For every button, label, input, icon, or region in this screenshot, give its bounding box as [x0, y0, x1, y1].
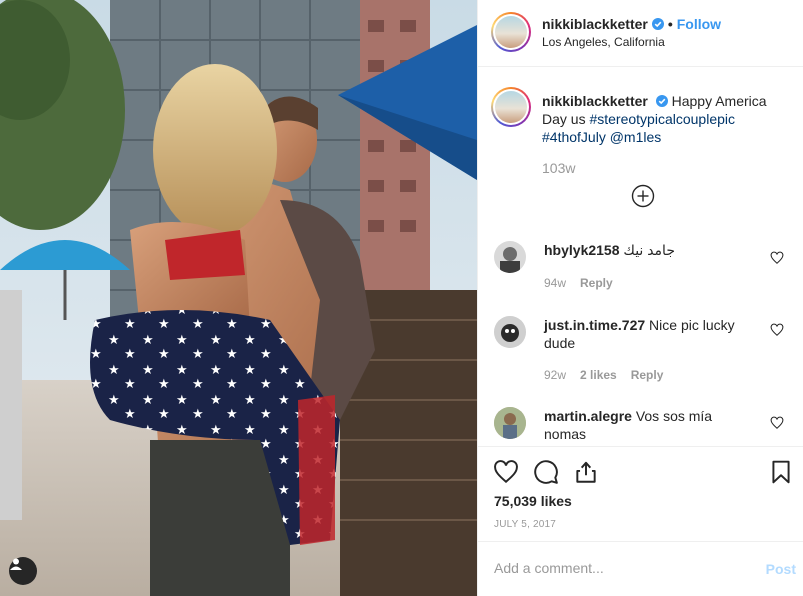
post-photo[interactable]: ★ ★	[0, 0, 477, 596]
post-header: nikkiblackketter • Follow Los Angeles, Cal…	[478, 0, 803, 67]
comment-time[interactable]: 92w	[544, 368, 566, 382]
comment-time[interactable]: 94w	[544, 276, 566, 290]
user-silhouette-icon	[10, 558, 22, 570]
comment-text: جامد نيك	[623, 242, 675, 258]
post-modal: ★ ★	[0, 0, 803, 596]
post-side-panel: nikkiblackketter • Follow Los Angeles, Cal…	[477, 0, 803, 596]
commenter-avatar[interactable]	[494, 316, 526, 348]
heart-icon[interactable]	[770, 251, 784, 265]
follow-button[interactable]: Follow	[677, 16, 721, 32]
comment-icon[interactable]	[533, 459, 559, 485]
separator-dot: •	[667, 16, 673, 32]
commenter-avatar[interactable]	[494, 241, 526, 273]
commenter-username[interactable]: martin.alegre	[544, 408, 632, 424]
header-username-row: nikkiblackketter • Follow	[542, 16, 721, 32]
caption-text: nikkiblackketter Happy America Day us #s…	[542, 92, 782, 146]
caption-timestamp[interactable]: 103w	[542, 160, 575, 176]
comment-body: martin.alegre Vos sos mía nomas	[544, 407, 754, 443]
commenter-avatar[interactable]	[494, 407, 526, 439]
reply-button[interactable]: Reply	[631, 368, 664, 382]
verified-badge-icon	[651, 18, 664, 30]
likes-count[interactable]: 75,039 likes	[494, 493, 572, 509]
caption-username[interactable]: nikkiblackketter	[542, 93, 648, 109]
add-comment-bar: Post	[478, 541, 803, 596]
comment-body: just.in.time.727 Nice pic lucky dude	[544, 316, 754, 352]
commenter-username[interactable]: just.in.time.727	[544, 317, 645, 333]
heart-icon[interactable]	[770, 323, 784, 337]
hashtag-link[interactable]: #stereotypicalcouplepic	[589, 111, 735, 127]
bookmark-icon[interactable]	[768, 459, 794, 485]
post-date[interactable]: JULY 5, 2017	[494, 519, 556, 530]
commenter-username[interactable]: hbylyk2158	[544, 242, 620, 258]
post-actions: 75,039 likes JULY 5, 2017	[478, 446, 803, 540]
plus-circle-icon[interactable]	[631, 184, 655, 208]
reply-button[interactable]: Reply	[580, 276, 613, 290]
heart-icon[interactable]	[770, 416, 784, 430]
mention-link[interactable]: @m1les	[610, 129, 662, 145]
hashtag-link[interactable]: #4thofJuly	[542, 129, 606, 145]
share-icon[interactable]	[573, 459, 599, 485]
comment-body: hbylyk2158 جامد نيك	[544, 241, 754, 259]
comment-meta: 92w 2 likes Reply	[544, 368, 677, 382]
heart-icon[interactable]	[493, 459, 519, 485]
comments-list: hbylyk2158 جامد نيك 94w Reply just.in.tim…	[478, 228, 803, 446]
comment-input[interactable]	[494, 560, 754, 576]
user-tag-icon[interactable]	[9, 557, 37, 585]
caption-avatar[interactable]	[491, 87, 531, 127]
header-username[interactable]: nikkiblackketter	[542, 16, 648, 32]
post-comment-button[interactable]: Post	[766, 561, 796, 577]
comment-likes[interactable]: 2 likes	[580, 368, 617, 382]
verified-badge-icon	[655, 95, 668, 107]
avatar[interactable]	[491, 12, 531, 52]
location-link[interactable]: Los Angeles, California	[542, 35, 665, 49]
photo-illustration: ★ ★	[0, 0, 477, 596]
comment-meta: 94w Reply	[544, 276, 627, 290]
